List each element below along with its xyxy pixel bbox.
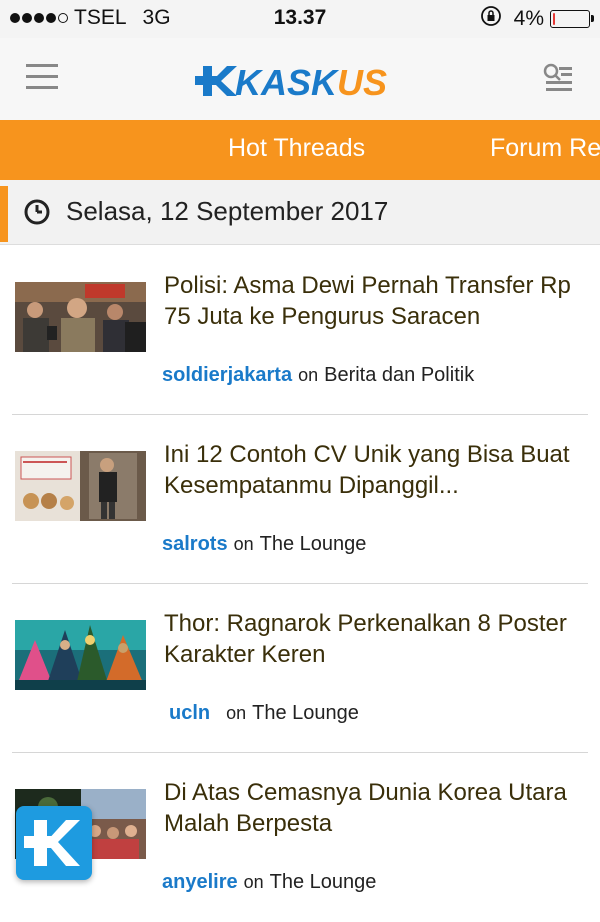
thread-forum[interactable]: Berita dan Politik: [324, 364, 474, 386]
thread-title[interactable]: Polisi: Asma Dewi Pernah Transfer Rp 75 …: [164, 270, 584, 332]
thread-title[interactable]: Thor: Ragnarok Perkenalkan 8 Poster Kara…: [164, 608, 584, 670]
date-bar: Selasa, 12 September 2017: [0, 180, 600, 245]
thread-author[interactable]: anyelire: [162, 871, 238, 893]
battery-percent: 4%: [513, 7, 544, 30]
orientation-lock-icon: [480, 5, 502, 33]
thread-title[interactable]: Ini 12 Contoh CV Unik yang Bisa Buat Kes…: [164, 439, 584, 501]
thread-meta: salrots on The Lounge: [162, 533, 366, 556]
thread-forum[interactable]: The Lounge: [270, 871, 377, 893]
kaskus-home-fab-button[interactable]: [16, 806, 92, 880]
on-label: on: [226, 703, 247, 723]
tab-forum-rekomendasi[interactable]: Forum Re: [490, 134, 600, 163]
thread-thumbnail[interactable]: [15, 620, 146, 690]
status-bar: TSEL 3G 13.37 4%: [0, 0, 600, 38]
thread-meta: anyelire on The Lounge: [162, 871, 376, 894]
battery-level: [553, 13, 555, 25]
clock-icon: [24, 199, 50, 225]
date-accent-bar: [0, 186, 8, 242]
thread-forum[interactable]: The Lounge: [260, 533, 367, 555]
thread-item[interactable]: Polisi: Asma Dewi Pernah Transfer Rp 75 …: [0, 246, 600, 415]
thread-item[interactable]: Ini 12 Contoh CV Unik yang Bisa Buat Kes…: [0, 415, 600, 584]
status-right: 4%: [480, 5, 594, 33]
thread-thumbnail[interactable]: [15, 282, 146, 352]
thread-meta: ucln on The Lounge: [169, 702, 359, 725]
date-label: Selasa, 12 September 2017: [66, 196, 389, 226]
kaskus-logo[interactable]: KASKUS: [195, 58, 405, 102]
tab-hot-threads[interactable]: Hot Threads: [228, 134, 365, 163]
on-label: on: [243, 872, 264, 892]
on-label: on: [298, 365, 319, 385]
thread-author[interactable]: soldierjakarta: [162, 364, 292, 386]
kaskus-k-icon: [24, 820, 80, 866]
app-header: KASKUS: [0, 38, 600, 121]
thread-author[interactable]: ucln: [169, 702, 210, 724]
thread-thumbnail[interactable]: [15, 451, 146, 521]
category-tabbar: Hot Threads Forum Re: [0, 120, 600, 180]
battery-icon: [550, 10, 594, 28]
thread-meta: soldierjakarta on Berita dan Politik: [162, 364, 474, 387]
logo-text: KASKUS: [235, 62, 387, 102]
hamburger-menu-icon[interactable]: [26, 64, 58, 92]
thread-item[interactable]: Thor: Ragnarok Perkenalkan 8 Poster Kara…: [0, 584, 600, 753]
on-label: on: [233, 534, 254, 554]
thread-author[interactable]: salrots: [162, 533, 228, 555]
thread-title[interactable]: Di Atas Cemasnya Dunia Korea Utara Malah…: [164, 777, 584, 839]
search-menu-icon[interactable]: [542, 62, 574, 94]
thread-forum[interactable]: The Lounge: [252, 702, 359, 724]
